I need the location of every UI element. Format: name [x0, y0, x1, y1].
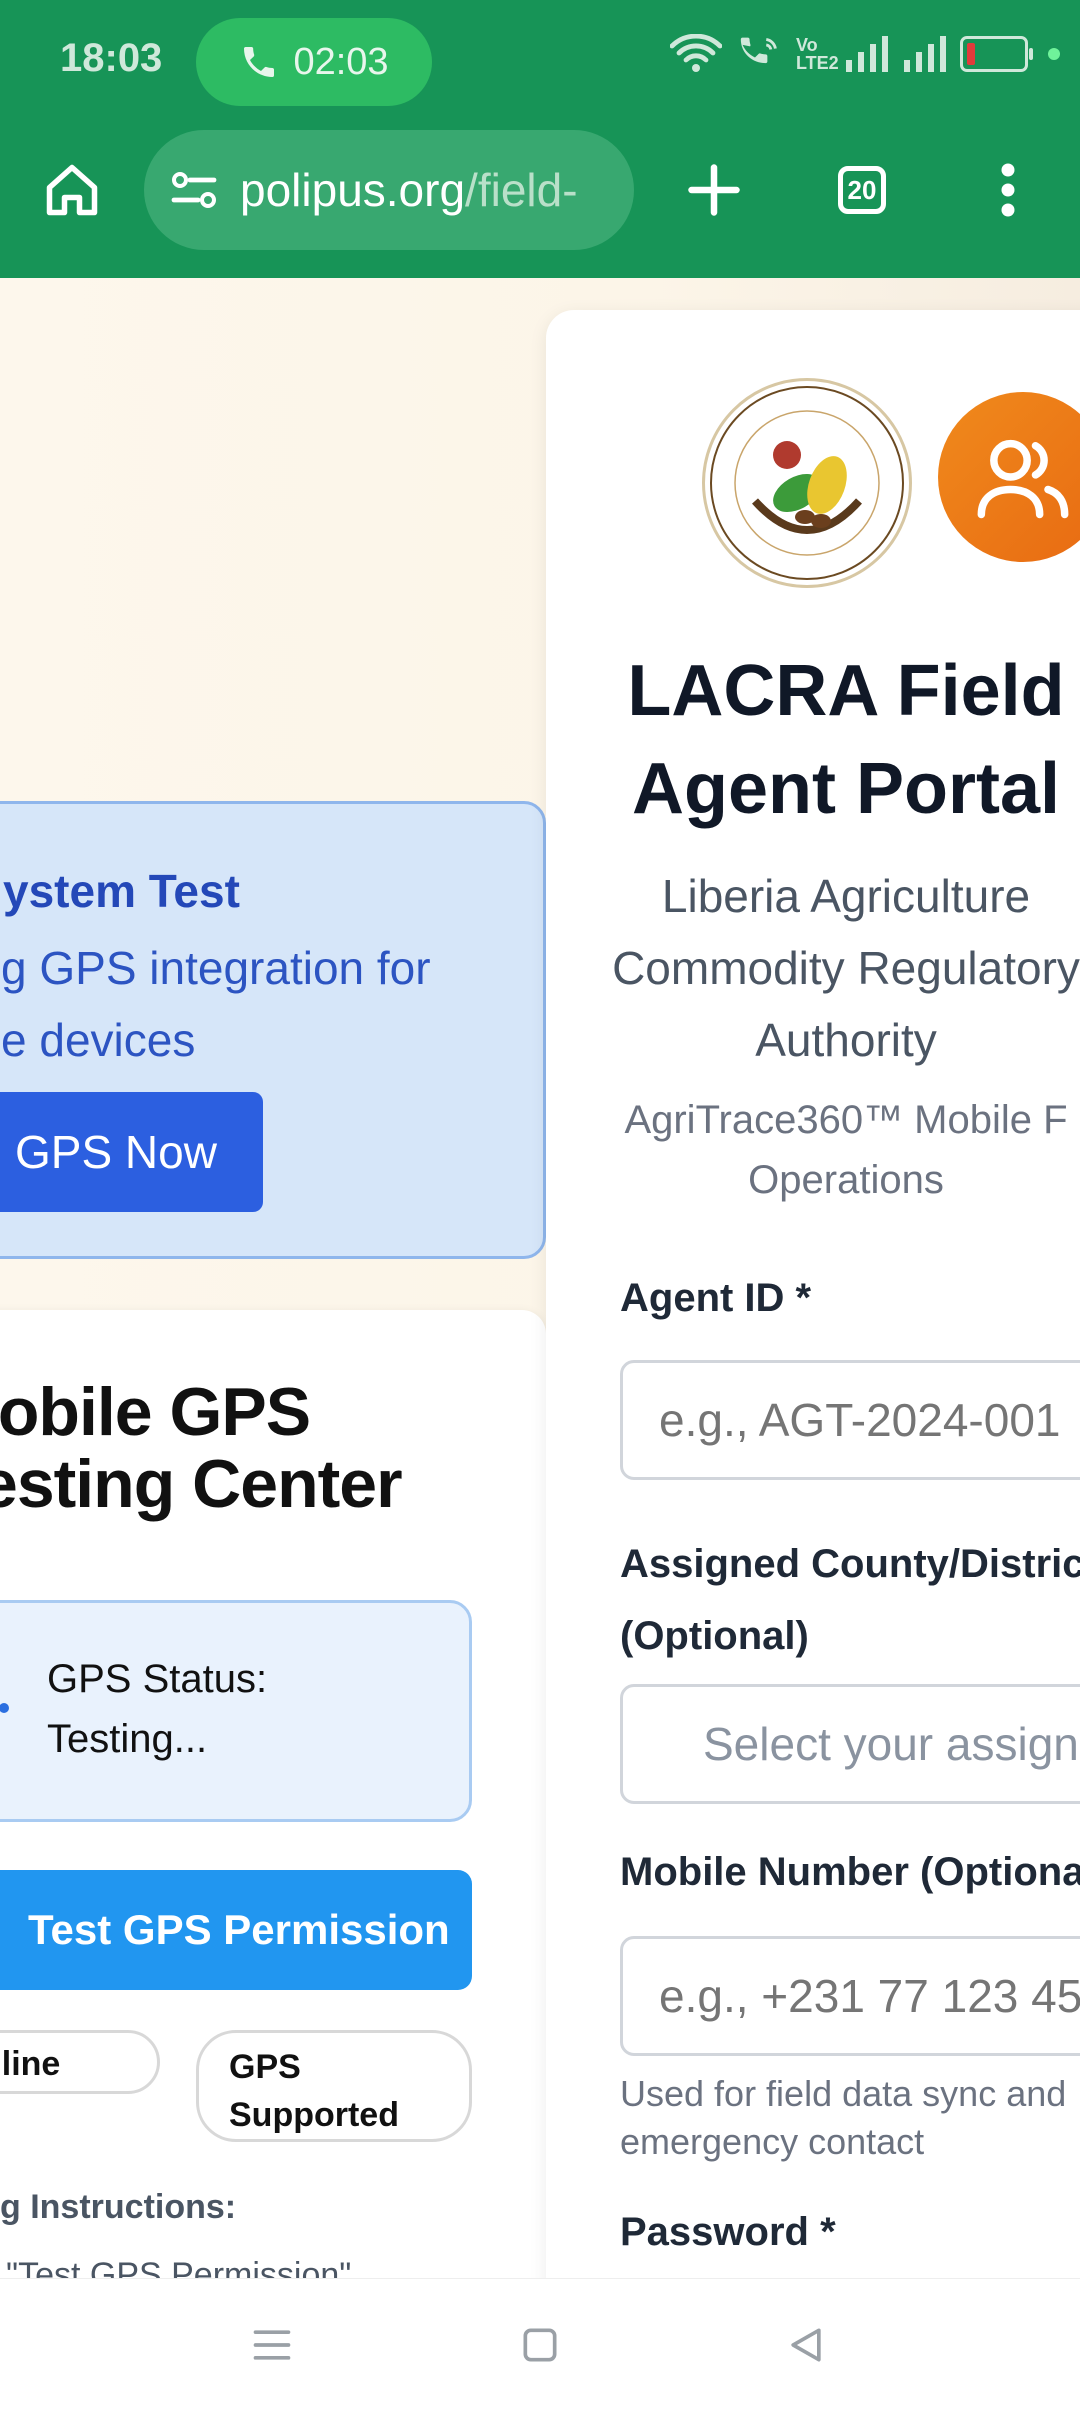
wifi-icon — [670, 34, 722, 72]
portal-subtitle-line1: Liberia Agriculture — [661, 870, 1031, 922]
mobile-number-help: Used for field data sync and emergency c… — [620, 2070, 1066, 2166]
plus-icon[interactable] — [684, 160, 744, 220]
users-icon — [977, 439, 1069, 519]
portal-subtitle-line2: Commodity Regulatory — [612, 942, 1080, 994]
signal-icon — [904, 36, 946, 72]
url-path: /field- — [465, 164, 578, 216]
lacra-seal-graphic — [710, 386, 904, 580]
password-label: Password * — [620, 2210, 836, 2254]
portal-tagline-line2: Operations — [748, 1158, 944, 1202]
site-settings-icon[interactable] — [170, 170, 218, 210]
gps-status-label: GPS Status: — [47, 1657, 268, 1701]
gps-status-text: GPS Status: Testing... — [47, 1649, 267, 1769]
gps-banner-title: ystem Test — [3, 865, 240, 917]
online-badge: nline — [0, 2030, 160, 2094]
gps-supported-line1: GPS — [229, 2048, 301, 2086]
battery-icon — [960, 36, 1033, 72]
address-bar[interactable]: polipus.org/field- — [144, 130, 634, 250]
status-dot-icon — [0, 1703, 9, 1713]
phone-icon — [244, 47, 275, 77]
gps-center-title-line2: esting Center — [0, 1446, 403, 1522]
gps-supported-line2: Supported — [229, 2096, 399, 2134]
gps-center-title-line1: lobile GPS — [0, 1374, 311, 1450]
portal-title-line1: LACRA Field — [627, 651, 1065, 731]
status-icons: Vo LTE2 — [670, 34, 1060, 74]
mobile-help-line1: Used for field data sync and — [620, 2073, 1067, 2114]
lacra-seal-logo — [702, 378, 912, 588]
signal-icon — [846, 36, 888, 72]
more-vert-icon[interactable] — [996, 160, 1020, 220]
page-content: ystem Test g GPS integration for e devic… — [0, 278, 1080, 2278]
volte-label: Vo LTE2 — [796, 35, 839, 73]
url-host: polipus.org — [240, 164, 466, 216]
call-indicator[interactable]: 02:03 — [196, 18, 432, 106]
back-icon[interactable] — [784, 2323, 828, 2367]
portal-title-line2: Agent Portal — [631, 749, 1061, 829]
tab-switcher-button[interactable]: 20 — [838, 166, 886, 214]
login-card: LACRA Field Agent Portal Liberia Agricul… — [546, 310, 1080, 2278]
test-gps-permission-button[interactable]: Test GPS Permission — [0, 1870, 472, 1990]
home-icon[interactable] — [42, 160, 102, 220]
portal-title: LACRA Field Agent Portal — [546, 642, 1080, 838]
url-text[interactable]: polipus.org/field- — [240, 163, 578, 217]
portal-tagline-line1: AgriTrace360™ Mobile F — [624, 1098, 1068, 1142]
gps-center-title: lobile GPS esting Center — [0, 1374, 403, 1522]
portal-subtitle: Liberia Agriculture Commodity Regulatory… — [546, 860, 1080, 1076]
agent-id-input[interactable] — [620, 1360, 1080, 1480]
portal-subtitle-line3: Authority — [755, 1014, 937, 1066]
users-avatar — [938, 392, 1080, 562]
status-time: 18:03 — [60, 36, 163, 80]
gps-status-box: GPS Status: Testing... — [0, 1600, 472, 1822]
call-timer: 02:03 — [293, 40, 389, 83]
gps-status-value: Testing... — [47, 1717, 208, 1761]
county-select-placeholder: Select your assigned — [703, 1718, 1080, 1770]
browser-chrome: 18:03 02:03 Vo LTE2 polipus.org/field- 2… — [0, 0, 1080, 278]
portal-tagline: AgriTrace360™ Mobile F Operations — [546, 1090, 1080, 1210]
gps-testing-center-card: lobile GPS esting Center GPS Status: Tes… — [0, 1310, 546, 2278]
square-icon[interactable] — [518, 2323, 562, 2367]
mobile-number-label: Mobile Number (Optional) — [620, 1850, 1080, 1894]
gps-banner-text: g GPS integration for e devices — [1, 932, 431, 1076]
system-navigation-bar — [0, 2278, 1080, 2413]
county-label-line1: Assigned County/District — [620, 1542, 1080, 1586]
gps-now-button[interactable]: GPS Now — [0, 1092, 263, 1212]
county-label-line2: (Optional) — [620, 1614, 809, 1658]
gps-supported-badge: GPS Supported — [196, 2030, 472, 2142]
county-label: Assigned County/District (Optional) — [620, 1528, 1080, 1672]
instructions-line: "Test GPS Permission" — [6, 2256, 352, 2278]
instructions-heading: g Instructions: — [0, 2188, 237, 2226]
mobile-help-line2: emergency contact — [620, 2121, 925, 2162]
privacy-dot — [1048, 48, 1060, 60]
gps-system-test-banner: ystem Test g GPS integration for e devic… — [0, 801, 546, 1259]
gps-banner-text-line1: g GPS integration for — [1, 942, 431, 994]
mobile-number-input[interactable] — [620, 1936, 1080, 2056]
gps-banner-text-line2: e devices — [1, 1014, 196, 1066]
menu-icon[interactable] — [250, 2323, 294, 2367]
county-select[interactable]: Select your assigned — [620, 1684, 1080, 1804]
agent-id-label: Agent ID * — [620, 1276, 812, 1320]
wifi-call-icon — [740, 37, 777, 64]
